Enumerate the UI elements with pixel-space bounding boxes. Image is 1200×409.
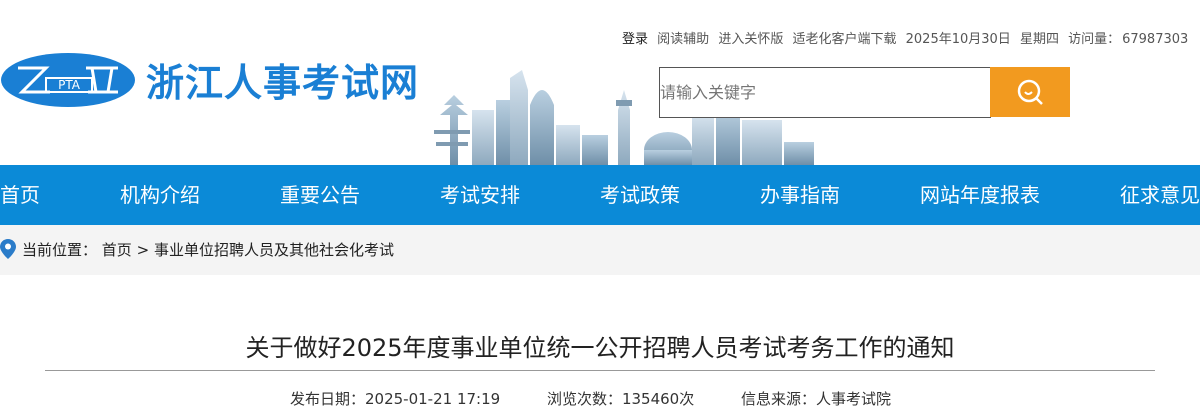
current-date: 2025年10月30日 (905, 32, 1011, 46)
info-source: 信息来源：人事考试院 (741, 390, 892, 408)
site-header: PTA 浙江人事考试网 登录 阅读辅助 进入关怀版 适老化客户端下载 2025年… (0, 0, 1200, 165)
care-version-link[interactable]: 进入关怀版 (718, 32, 783, 46)
site-name[interactable]: 浙江人事考试网 (146, 52, 419, 107)
breadcrumb-current[interactable]: 事业单位招聘人员及其他社会化考试 (154, 241, 394, 259)
article-meta: 发布日期：2025-01-21 17:19 浏览次数：135460次 信息来源：… (290, 388, 933, 409)
logo-text: PTA (58, 78, 81, 92)
search-button[interactable] (990, 67, 1070, 117)
nav-item-announcements[interactable]: 重要公告 (280, 165, 360, 225)
nav-item-exam-policy[interactable]: 考试政策 (600, 165, 680, 225)
zpta-logo[interactable]: PTA (0, 52, 136, 108)
location-pin-icon (0, 239, 16, 259)
breadcrumb-home[interactable]: 首页 (102, 241, 132, 259)
view-count: 浏览次数：135460次 (546, 390, 695, 408)
nav-item-annual-report[interactable]: 网站年度报表 (920, 165, 1040, 225)
elderly-client-link[interactable]: 适老化客户端下载 (792, 32, 896, 46)
article-title: 关于做好2025年度事业单位统一公开招聘人员考试考务工作的通知 (245, 334, 955, 362)
main-nav: 首页 机构介绍 重要公告 考试安排 考试政策 办事指南 网站年度报表 征求意见 (0, 165, 1200, 225)
top-links-bar: 登录 阅读辅助 进入关怀版 适老化客户端下载 2025年10月30日 星期四 访… (622, 28, 1200, 46)
breadcrumb: 当前位置： 首页 > 事业单位招聘人员及其他社会化考试 (22, 239, 394, 260)
title-divider (45, 370, 1155, 371)
nav-item-home[interactable]: 首页 (0, 165, 40, 225)
visits-label: 访问量： (1068, 32, 1121, 46)
nav-item-service-guide[interactable]: 办事指南 (760, 165, 840, 225)
breadcrumb-bar: 当前位置： 首页 > 事业单位招聘人员及其他社会化考试 (0, 225, 1200, 275)
search-input[interactable] (659, 67, 991, 118)
visits-value: 67987303 (1122, 32, 1189, 46)
nav-item-exam-schedule[interactable]: 考试安排 (440, 165, 520, 225)
breadcrumb-prefix: 当前位置： (22, 241, 98, 259)
nav-item-feedback[interactable]: 征求意见 (1120, 165, 1200, 225)
publish-date: 发布日期：2025-01-21 17:19 (290, 390, 501, 408)
current-weekday: 星期四 (1019, 32, 1059, 46)
login-link[interactable]: 登录 (622, 32, 648, 46)
search-icon (1017, 79, 1043, 105)
reading-assist-link[interactable]: 阅读辅助 (657, 32, 709, 46)
breadcrumb-separator: > (136, 241, 150, 259)
nav-item-about[interactable]: 机构介绍 (120, 165, 200, 225)
